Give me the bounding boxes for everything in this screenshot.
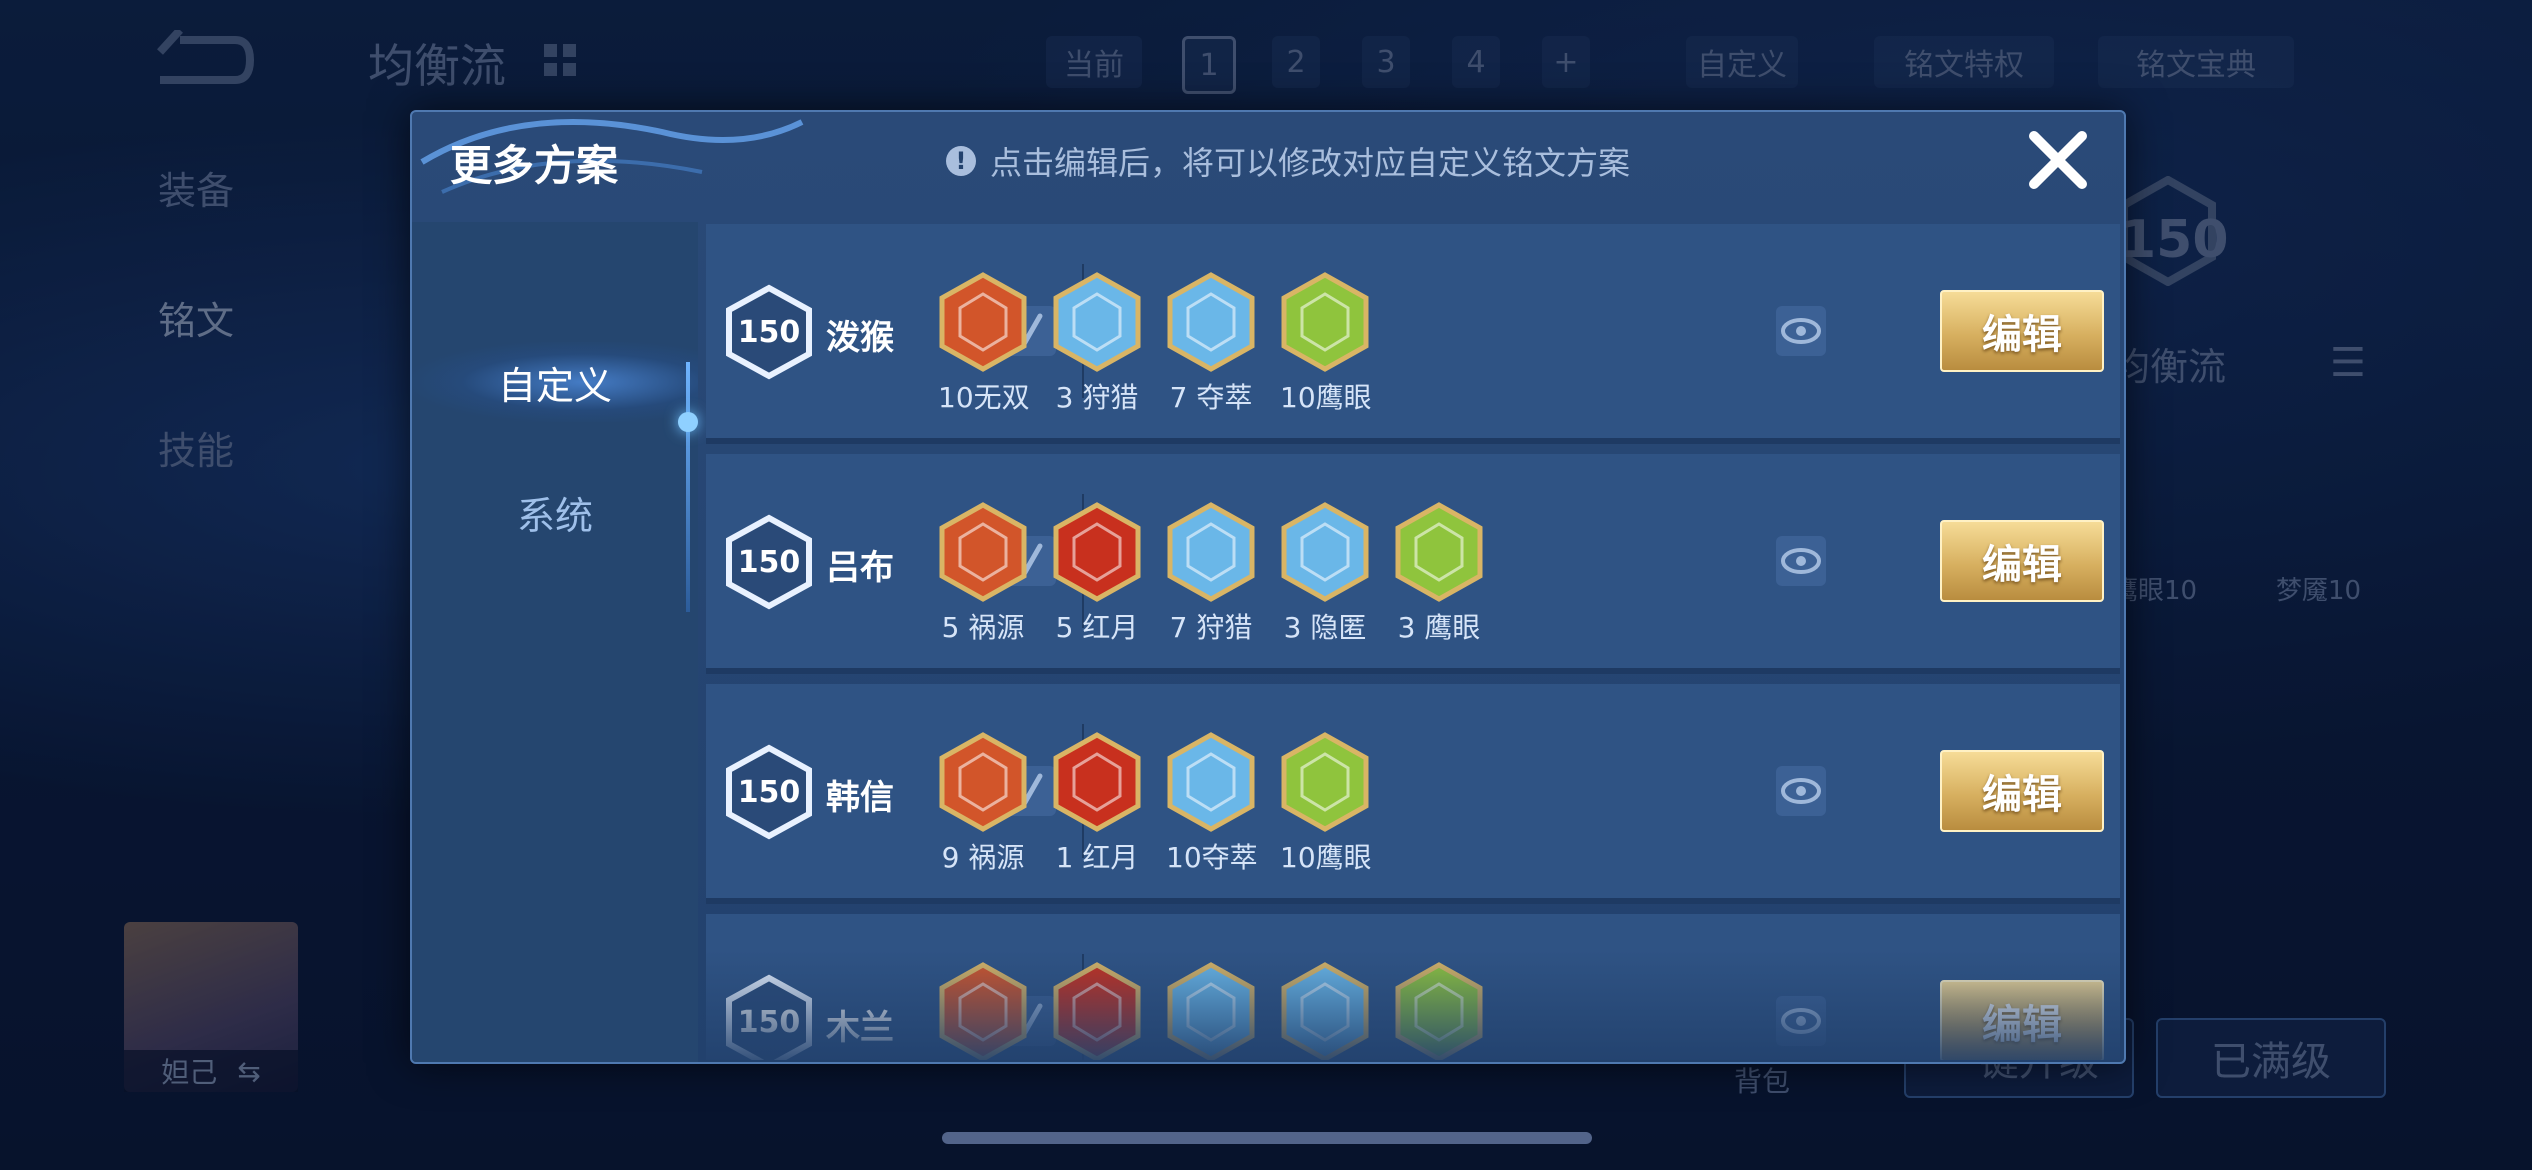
rune-red-orange: 10无双 [938,272,1030,416]
rune-label: 7 夺萃 [1169,381,1253,414]
rune-icon [1395,502,1483,602]
info-icon: ! [946,146,976,176]
more-presets-modal: 更多方案 ! 点击编辑后，将可以修改对应自定义铭文方案 自定义 系统 150 泼猴… [410,110,2126,1064]
rune-blue: 10夺萃 [1166,732,1258,876]
eye-icon [1781,778,1821,804]
rune-label: 5 祸源 [941,611,1025,644]
rune-red-orange: 5 祸源 [938,502,1028,646]
rune-icon [939,732,1027,832]
rune-icon [1053,502,1141,602]
rune-icon [939,502,1027,602]
close-icon[interactable] [2024,126,2092,194]
rune-label: 10夺萃 [1166,841,1258,874]
rune-icon [1167,732,1255,832]
edit-button[interactable]: 编辑 [1940,290,2104,372]
rune-blue: 3 狩猎 [1052,272,1142,416]
rune-label: 7 狩猎 [1169,611,1253,644]
modal-title: 更多方案 [450,141,619,190]
rune-label: 3 狩猎 [1055,381,1139,414]
rune-icon [1281,502,1369,602]
tab-system[interactable]: 系统 [412,472,698,552]
level-number: 150 [737,314,801,350]
rune-label: 3 隐匿 [1283,611,1367,644]
rune-blue: 7 夺萃 [1166,272,1256,416]
rune-green: 3 鹰眼 [1394,502,1484,646]
rune-icon [1167,272,1255,372]
edit-button[interactable]: 编辑 [1940,750,2104,832]
rune-label: 10鹰眼 [1280,381,1372,414]
preset-row: 150 泼猴 10无双 3 狩猎 7 夺萃 10鹰眼 编辑 [706,224,2120,444]
preset-row: 150 韩信 9 祸源 1 红月 10夺萃 10鹰眼 编辑 [706,684,2120,904]
rune-red-orange: 9 祸源 [938,732,1028,876]
tab-indicator-dot [678,412,698,432]
rune-label: 9 祸源 [941,841,1025,874]
rune-red: 5 红月 [1052,502,1142,646]
rune-icon [939,272,1027,372]
tab-indicator-line [686,362,690,612]
rune-icon [1053,272,1141,372]
level-number: 150 [737,544,801,580]
preview-button[interactable] [1776,306,1826,356]
rune-icon [1281,732,1369,832]
edit-hint: ! 点击编辑后，将可以修改对应自定义铭文方案 [946,138,1630,184]
preset-row: 150 吕布 5 祸源 5 红月 7 狩猎 3 隐匿 3 鹰眼 编辑 [706,454,2120,674]
rune-label: 10无双 [938,381,1030,414]
rune-icon [1167,502,1255,602]
preset-list[interactable]: 150 泼猴 10无双 3 狩猎 7 夺萃 10鹰眼 编辑 150 吕布 5 祸源 5 红月 7 狩猎… [702,224,2122,1060]
rune-label: 1 红月 [1055,841,1139,874]
hint-text: 点击编辑后，将可以修改对应自定义铭文方案 [990,144,1631,182]
rune-blue: 3 隐匿 [1280,502,1370,646]
home-indicator[interactable] [942,1132,1592,1144]
rune-label: 10鹰眼 [1280,841,1372,874]
tab-custom[interactable]: 自定义 [412,342,698,422]
preview-button[interactable] [1776,536,1826,586]
hero-name: 吕布 [826,548,894,588]
level-number: 150 [737,774,801,810]
edit-button[interactable]: 编辑 [1940,520,2104,602]
rune-red: 1 红月 [1052,732,1142,876]
preview-button[interactable] [1776,766,1826,816]
rune-icon [1053,732,1141,832]
rune-blue: 7 狩猎 [1166,502,1256,646]
eye-icon [1781,318,1821,344]
preset-tabs: 自定义 系统 [412,222,698,1062]
eye-icon [1781,548,1821,574]
rune-label: 5 红月 [1055,611,1139,644]
rune-label: 3 鹰眼 [1397,611,1481,644]
hero-name: 韩信 [826,778,894,818]
rune-green: 10鹰眼 [1280,272,1372,416]
hero-name: 泼猴 [826,318,894,358]
list-fade [702,950,2122,1060]
rune-green: 10鹰眼 [1280,732,1372,876]
rune-icon [1281,272,1369,372]
